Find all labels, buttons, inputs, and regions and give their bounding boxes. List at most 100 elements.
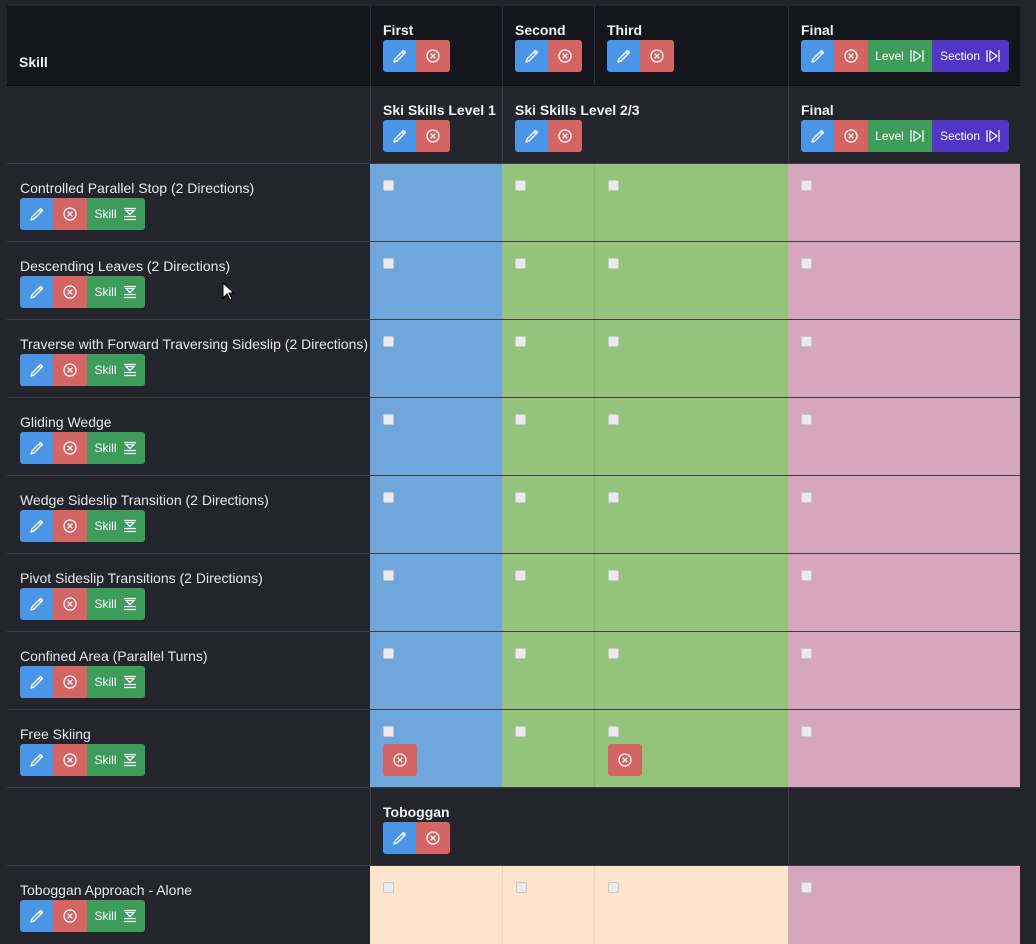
level-checkbox[interactable]	[608, 570, 619, 581]
level-cell	[370, 632, 502, 709]
level-checkbox[interactable]	[801, 726, 812, 737]
add-level-button[interactable]: Level	[868, 40, 932, 72]
delete-button[interactable]	[53, 432, 87, 464]
collapse-icon	[122, 674, 138, 690]
edit-button[interactable]	[801, 120, 834, 152]
pencil-icon	[29, 362, 45, 378]
level-checkbox[interactable]	[383, 336, 394, 347]
skill-column-header: Skill	[7, 6, 370, 85]
level-checkbox[interactable]	[608, 492, 619, 503]
add-level-button[interactable]: Level	[868, 120, 932, 152]
level-checkbox[interactable]	[383, 180, 394, 191]
edit-button[interactable]	[20, 432, 53, 464]
level-checkbox[interactable]	[515, 336, 526, 347]
level-checkbox[interactable]	[383, 258, 394, 269]
level-checkbox[interactable]	[383, 414, 394, 425]
level-checkbox[interactable]	[383, 492, 394, 503]
level-checkbox[interactable]	[608, 336, 619, 347]
edit-button[interactable]	[801, 40, 834, 72]
level-checkbox[interactable]	[383, 570, 394, 581]
level-checkbox[interactable]	[608, 648, 619, 659]
edit-button[interactable]	[515, 40, 548, 72]
circle-x-icon	[62, 908, 78, 924]
edit-button[interactable]	[20, 354, 53, 386]
skill-button[interactable]: Skill	[87, 510, 145, 542]
skill-button[interactable]: Skill	[87, 744, 145, 776]
edit-button[interactable]	[607, 40, 640, 72]
level-checkbox[interactable]	[801, 648, 812, 659]
delete-button[interactable]	[53, 588, 87, 620]
delete-button[interactable]	[640, 40, 674, 72]
level-checkbox[interactable]	[383, 882, 394, 893]
delete-button[interactable]	[834, 120, 868, 152]
level-checkbox[interactable]	[383, 726, 394, 737]
edit-button[interactable]	[515, 120, 548, 152]
column-header-third: Third	[594, 6, 788, 85]
delete-button[interactable]	[53, 510, 87, 542]
level-checkbox[interactable]	[608, 414, 619, 425]
pencil-icon	[29, 518, 45, 534]
circle-x-icon	[425, 128, 441, 144]
delete-button[interactable]	[608, 744, 642, 776]
edit-button[interactable]	[20, 198, 53, 230]
skill-button[interactable]: Skill	[87, 276, 145, 308]
level-checkbox[interactable]	[515, 180, 526, 191]
level-checkbox[interactable]	[516, 882, 527, 893]
skill-button[interactable]: Skill	[87, 432, 145, 464]
edit-button[interactable]	[383, 822, 416, 854]
skill-name: Descending Leaves (2 Directions)	[20, 258, 231, 274]
edit-button[interactable]	[20, 276, 53, 308]
delete-button[interactable]	[416, 120, 450, 152]
skill-button[interactable]: Skill	[87, 198, 145, 230]
level-checkbox[interactable]	[801, 258, 812, 269]
level-checkbox[interactable]	[515, 492, 526, 503]
skill-button[interactable]: Skill	[87, 666, 145, 698]
level-cell	[502, 242, 594, 319]
level-cell	[502, 710, 594, 787]
delete-button[interactable]	[416, 40, 450, 72]
delete-button[interactable]	[548, 120, 582, 152]
edit-button[interactable]	[20, 666, 53, 698]
delete-button[interactable]	[53, 744, 87, 776]
add-section-button[interactable]: Section	[932, 40, 1009, 72]
delete-button[interactable]	[53, 198, 87, 230]
level-checkbox[interactable]	[801, 492, 812, 503]
delete-button[interactable]	[548, 40, 582, 72]
level-checkbox[interactable]	[801, 414, 812, 425]
edit-button[interactable]	[20, 510, 53, 542]
edit-button[interactable]	[383, 120, 416, 152]
circle-x-icon	[425, 48, 441, 64]
level-checkbox[interactable]	[801, 180, 812, 191]
delete-button[interactable]	[834, 40, 868, 72]
edit-button[interactable]	[20, 588, 53, 620]
level-checkbox[interactable]	[608, 180, 619, 191]
level-checkbox[interactable]	[608, 258, 619, 269]
level-checkbox[interactable]	[515, 258, 526, 269]
level-checkbox[interactable]	[801, 882, 812, 893]
delete-button[interactable]	[53, 900, 87, 932]
skill-button[interactable]: Skill	[87, 900, 145, 932]
level-checkbox[interactable]	[515, 414, 526, 425]
level-checkbox[interactable]	[515, 648, 526, 659]
edit-button[interactable]	[20, 900, 53, 932]
skill-button[interactable]: Skill	[87, 354, 145, 386]
delete-button[interactable]	[53, 276, 87, 308]
edit-button[interactable]	[383, 40, 416, 72]
add-section-button[interactable]: Section	[932, 120, 1009, 152]
level-checkbox[interactable]	[383, 648, 394, 659]
level-checkbox[interactable]	[608, 882, 619, 893]
collapse-icon	[122, 284, 138, 300]
group-title: Final	[801, 102, 834, 118]
delete-button[interactable]	[416, 822, 450, 854]
skill-button[interactable]: Skill	[87, 588, 145, 620]
delete-button[interactable]	[53, 354, 87, 386]
level-checkbox[interactable]	[515, 726, 526, 737]
level-checkbox[interactable]	[801, 336, 812, 347]
delete-button[interactable]	[383, 744, 417, 776]
edit-button[interactable]	[20, 744, 53, 776]
circle-x-icon	[62, 596, 78, 612]
level-checkbox[interactable]	[608, 726, 619, 737]
level-checkbox[interactable]	[515, 570, 526, 581]
level-checkbox[interactable]	[801, 570, 812, 581]
delete-button[interactable]	[53, 666, 87, 698]
